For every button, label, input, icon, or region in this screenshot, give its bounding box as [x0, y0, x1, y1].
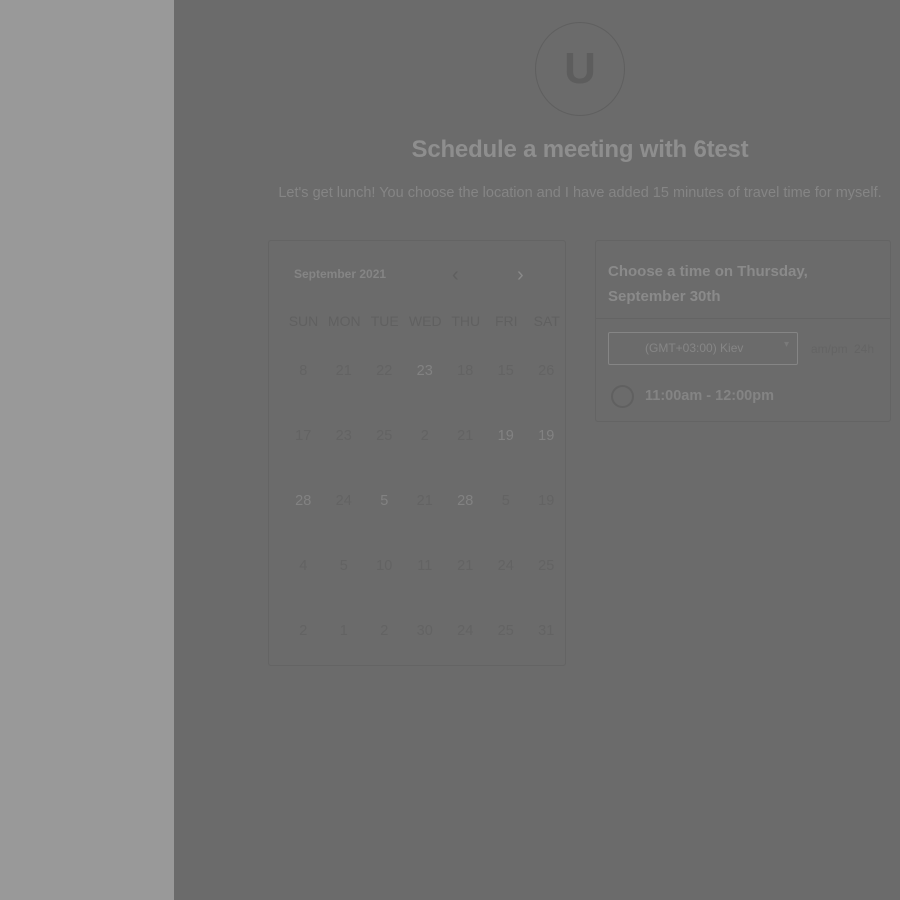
calendar-day: 25	[538, 558, 555, 574]
calendar-day: 18	[457, 363, 474, 379]
calendar-day: 24	[457, 623, 474, 639]
calendar-day: 5	[501, 493, 510, 509]
weekday-tue: TUE	[370, 313, 399, 329]
timezone-select[interactable]: (GMT+03:00) Kiev ▾	[608, 332, 798, 365]
calendar-day: 26	[538, 363, 555, 379]
calendar-day: 24	[497, 558, 514, 574]
caret-down-icon: ▾	[783, 339, 789, 350]
calendar-day: 25	[497, 623, 514, 639]
avatar-initial: U	[564, 44, 596, 93]
calendar-day: 1	[339, 623, 348, 639]
calendar: September 2021 ‹ › SUN MON TUE WED THU F…	[268, 240, 566, 666]
weekday-sun: SUN	[288, 313, 319, 329]
calendar-day: 19	[538, 493, 555, 509]
time-slot-label[interactable]: 11:00am - 12:00pm	[645, 388, 774, 404]
left-panel	[0, 0, 174, 900]
chevron-left-icon[interactable]: ‹	[452, 265, 459, 285]
time-picker-title: Choose a time on Thursday, September 30t…	[608, 263, 808, 305]
page-subtitle: Let's get lunch! You choose the location…	[278, 185, 882, 201]
calendar-day: 21	[416, 493, 433, 509]
calendar-week: 8 21 22 23 18 15 26	[283, 359, 567, 424]
calendar-days: 8 21 22 23 18 15 26 17 23 25 2 21 19 19 …	[283, 359, 567, 684]
format-24h-toggle[interactable]: 24h	[854, 342, 874, 356]
calendar-day[interactable]: 28	[283, 489, 324, 554]
calendar-day: 15	[497, 363, 514, 379]
calendar-day: 30	[416, 623, 433, 639]
calendar-weekdays: SUN MON TUE WED THU FRI SAT	[269, 313, 567, 329]
time-picker-panel: Choose a time on Thursday, September 30t…	[595, 240, 891, 422]
weekday-mon: MON	[327, 313, 361, 329]
calendar-week: 2 1 2 30 24 25 31	[283, 619, 567, 684]
calendar-month-label: September 2021	[294, 267, 387, 281]
calendar-day: 10	[376, 558, 393, 574]
calendar-day: 25	[376, 428, 393, 444]
calendar-day: 21	[457, 428, 474, 444]
time-picker-header: Choose a time on Thursday, September 30t…	[596, 241, 890, 319]
page-title: Schedule a meeting with 6test	[411, 136, 749, 163]
calendar-day: 23	[335, 428, 352, 444]
calendar-week: 4 5 10 11 21 24 25	[283, 554, 567, 619]
weekday-wed: WED	[408, 313, 442, 329]
calendar-day[interactable]: 23	[405, 359, 446, 424]
calendar-day[interactable]: 28	[445, 489, 486, 554]
calendar-week: 17 23 25 2 21 19 19	[283, 424, 567, 489]
calendar-week: 28 24 5 21 28 5 19	[283, 489, 567, 554]
format-ampm-toggle[interactable]: am/pm	[811, 342, 848, 356]
timezone-value: (GMT+03:00) Kiev	[645, 341, 744, 355]
weekday-sat: SAT	[533, 313, 560, 329]
calendar-day[interactable]: 19	[486, 424, 527, 489]
weekday-fri: FRI	[494, 313, 518, 329]
calendar-day: 4	[299, 558, 308, 574]
calendar-day: 11	[417, 558, 433, 574]
calendar-day: 5	[339, 558, 348, 574]
calendar-day: 8	[299, 363, 308, 379]
calendar-day: 22	[376, 363, 393, 379]
calendar-day: 2	[299, 623, 308, 639]
calendar-day[interactable]: 19	[526, 424, 567, 489]
calendar-day: 21	[335, 363, 352, 379]
calendar-day: 31	[538, 623, 555, 639]
calendar-day: 2	[380, 623, 389, 639]
calendar-day: 2	[420, 428, 429, 444]
calendar-day: 17	[295, 428, 312, 444]
chevron-right-icon[interactable]: ›	[517, 265, 524, 285]
calendar-day: 24	[335, 493, 352, 509]
calendar-day[interactable]: 5	[364, 489, 405, 554]
weekday-thu: THU	[451, 313, 481, 329]
avatar: U	[535, 22, 625, 116]
calendar-day: 21	[457, 558, 474, 574]
time-slot-radio[interactable]	[611, 385, 634, 408]
